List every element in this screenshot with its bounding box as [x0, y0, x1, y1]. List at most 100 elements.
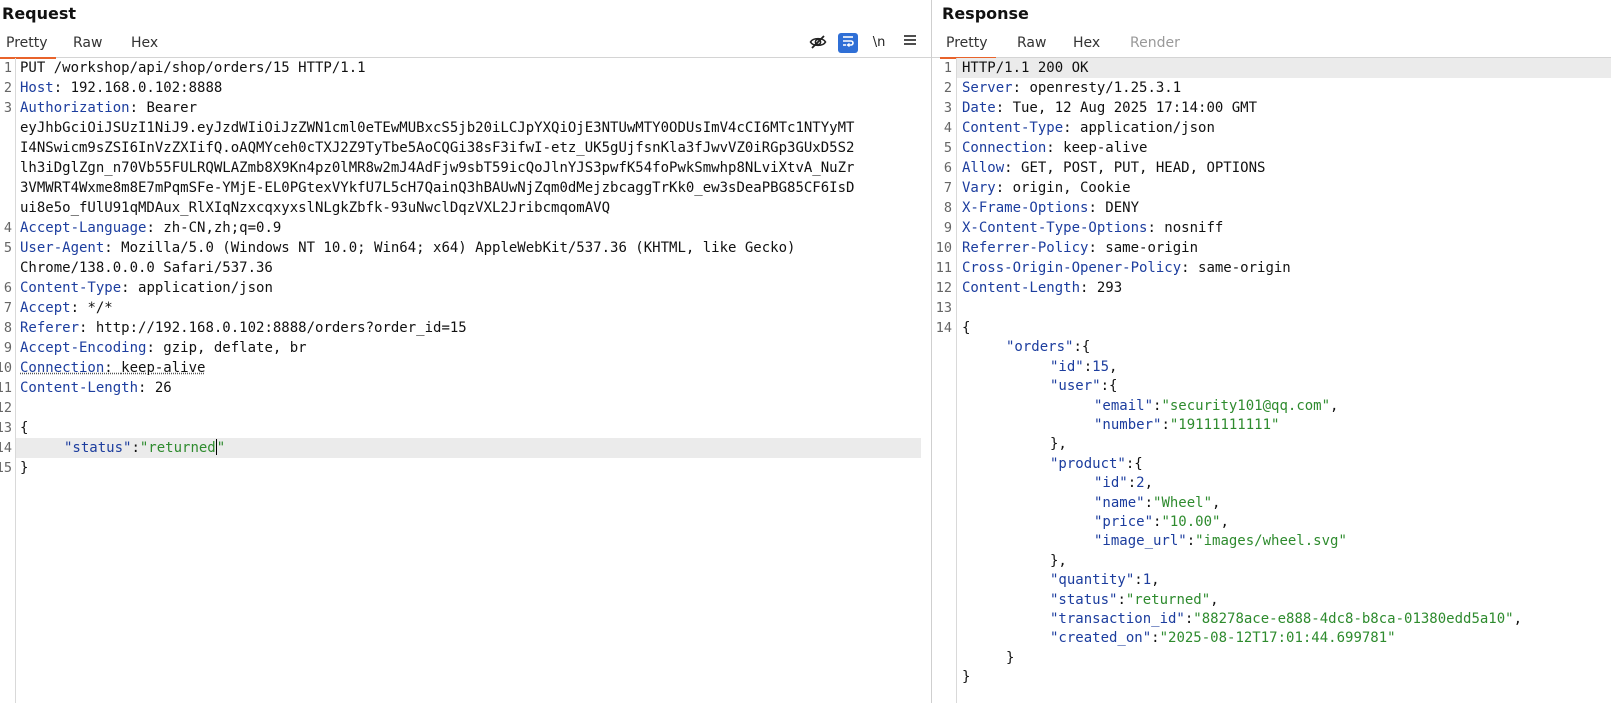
header-line: Server: openresty/1.25.3.1: [962, 80, 1182, 96]
json-line: "product":{: [1050, 454, 1143, 474]
response-tab-render[interactable]: Render: [1130, 35, 1180, 51]
line-number-gutter: 1 2 3 4 5 6 7 8 9 10 11 12 13 14: [932, 58, 957, 703]
body-close-brace: }: [20, 460, 29, 476]
json-key: "id": [1050, 358, 1084, 375]
line-number: 6: [3, 280, 12, 296]
header-line: Accept-Language: zh-CN,zh;q=0.9: [20, 220, 282, 236]
json-punct: ,: [1212, 494, 1221, 511]
json-line: "quantity":1,: [1050, 570, 1160, 590]
json-punct: :{: [1100, 378, 1118, 395]
json-line: {: [962, 318, 970, 338]
json-line: "created_on":"2025-08-12T17:01:44.699781…: [1050, 628, 1396, 648]
newline-toggle[interactable]: \n: [869, 33, 889, 53]
token-line: 3VMWRT4Wxme8m8E7mPqmSFe-YMjE-EL0PGtexVYk…: [20, 180, 855, 196]
header-line: User-Agent: Mozilla/5.0 (Windows NT 10.0…: [20, 240, 796, 256]
header-value: keep-alive: [1063, 140, 1148, 156]
body-status-line: "status":"returned": [64, 438, 225, 458]
json-key: "orders": [1006, 339, 1074, 356]
json-punct: ,: [1330, 397, 1339, 414]
eye-slash-icon[interactable]: [808, 33, 828, 53]
header-name: Accept-Language: [20, 220, 147, 236]
header-line: Allow: GET, POST, PUT, HEAD, OPTIONS: [962, 160, 1266, 176]
json-line: },: [1050, 551, 1067, 571]
header-line: Vary: origin, Cookie: [962, 180, 1131, 196]
header-line: Referrer-Policy: same-origin: [962, 240, 1199, 256]
header-line: Content-Length: 26: [20, 380, 172, 396]
line-number: 8: [943, 200, 952, 216]
header-value: 293: [1096, 280, 1123, 296]
json-punct: ,: [1513, 611, 1523, 627]
line-number: 15: [0, 460, 12, 476]
json-punct: :: [1083, 358, 1093, 375]
line-number: 13: [0, 420, 12, 436]
response-editor[interactable]: 1 2 3 4 5 6 7 8 9 10 11 12 13 14 HTTP/1.…: [932, 58, 1611, 703]
request-tab-raw[interactable]: Raw: [73, 35, 102, 51]
json-punct: }: [962, 669, 971, 686]
header-value: origin, Cookie: [1012, 180, 1131, 196]
line-number: 14: [0, 440, 12, 456]
json-punct: ,: [1210, 591, 1219, 608]
request-pane: Request Pretty Raw Hex \n 1 2 3 4 5 6 7 …: [0, 0, 931, 703]
json-line: "transaction_id":"88278ace-e888-4dc8-b8c…: [1050, 609, 1522, 629]
header-name: X-Content-Type-Options: [962, 220, 1148, 236]
json-number: 15: [1092, 358, 1110, 375]
token-line: eyJhbGciOiJSUzI1NiJ9.eyJzdWIiOiJzZWN1cml…: [20, 120, 855, 136]
word-wrap-icon[interactable]: [838, 33, 858, 53]
json-key: "created_on": [1050, 630, 1152, 647]
request-tabs: Pretty Raw Hex: [0, 33, 931, 59]
response-tabs: Pretty Raw Hex Render: [932, 33, 1611, 59]
line-number: 7: [3, 300, 12, 316]
header-line: Host: 192.168.0.102:8888: [20, 80, 223, 96]
line-number: 12: [935, 280, 952, 296]
response-tab-hex[interactable]: Hex: [1073, 35, 1100, 51]
json-punct: :: [1134, 572, 1143, 589]
header-name: Accept-Encoding: [20, 340, 147, 356]
json-key: "number": [1094, 417, 1162, 433]
header-name: Date: [962, 100, 996, 116]
header-value: */*: [87, 300, 113, 316]
response-tab-pretty[interactable]: Pretty: [940, 35, 995, 59]
json-punct: {: [962, 320, 971, 336]
json-string: "88278ace-e888-4dc8-b8ca-01380edd5a10": [1193, 611, 1514, 627]
json-line: "user":{: [1050, 376, 1117, 396]
hamburger-menu-icon[interactable]: [900, 33, 920, 53]
json-key: "quantity": [1050, 572, 1135, 589]
json-punct: :: [1151, 630, 1160, 647]
header-name: Cross-Origin-Opener-Policy: [962, 260, 1182, 276]
header-value: same-origin: [1198, 260, 1291, 276]
header-value: keep-alive: [121, 360, 206, 376]
json-key: "transaction_id": [1050, 611, 1185, 627]
json-number: 2: [1136, 475, 1145, 492]
json-punct: ,: [1151, 572, 1160, 589]
token-line: lh3iDglZgn_n70Vb55FULRQWLAZmb8X9Kn4pz0lM…: [20, 160, 855, 176]
json-line: "status":"returned",: [1050, 590, 1219, 610]
json-punct: },: [1050, 552, 1067, 569]
json-line: "price":"10.00",: [1094, 512, 1229, 532]
json-key: "id": [1094, 475, 1128, 492]
header-name: Connection: [20, 360, 105, 376]
json-punct: :: [1186, 533, 1196, 550]
header-name: Content-Length: [962, 280, 1081, 296]
line-number: 2: [3, 80, 12, 96]
json-string: "10.00": [1161, 514, 1221, 530]
header-value: application/json: [138, 280, 273, 296]
response-tab-raw[interactable]: Raw: [1017, 35, 1046, 51]
header-name: Allow: [962, 160, 1005, 176]
token-line: I4NSwicm9sZSI6InVzZXIifQ.oAQMYceh0cTXJ2Z…: [20, 140, 855, 156]
request-tab-pretty[interactable]: Pretty: [0, 35, 55, 59]
header-value: 192.168.0.102:8888: [70, 80, 223, 96]
json-key: "product": [1050, 455, 1126, 472]
json-string-end: ": [216, 440, 226, 456]
line-number: 11: [935, 260, 952, 276]
header-line: Connection: keep-alive: [962, 140, 1148, 156]
line-number: 5: [3, 240, 12, 256]
header-name: Connection: [962, 140, 1047, 156]
request-tab-hex[interactable]: Hex: [131, 35, 158, 51]
json-key: "image_url": [1094, 533, 1187, 550]
header-name: Referer: [20, 320, 80, 336]
header-value: 26: [154, 380, 172, 396]
request-editor[interactable]: 1 2 3 4 5 6 7 8 9 10 11 12 13 14 15 PUT …: [0, 58, 931, 703]
header-line: Cross-Origin-Opener-Policy: same-origin: [962, 260, 1291, 276]
json-punct: :: [1117, 591, 1126, 608]
line-number: 12: [0, 400, 12, 416]
